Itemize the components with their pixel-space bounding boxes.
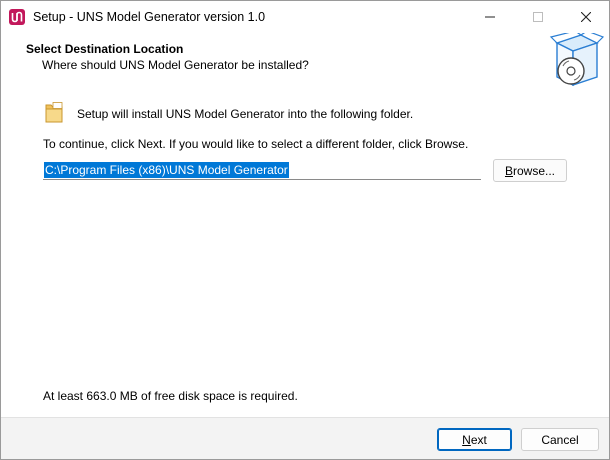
folder-icon xyxy=(44,102,64,124)
maximize-button xyxy=(515,1,561,33)
window-title: Setup - UNS Model Generator version 1.0 xyxy=(33,10,266,24)
maximize-icon xyxy=(533,12,543,22)
setup-box-cd-icon xyxy=(547,30,605,89)
minimize-button[interactable] xyxy=(467,1,513,33)
destination-path-value: C:\Program Files (x86)\UNS Model Generat… xyxy=(44,161,289,178)
destination-path-input[interactable]: C:\Program Files (x86)\UNS Model Generat… xyxy=(43,160,481,180)
disk-space-message: At least 663.0 MB of free disk space is … xyxy=(43,389,298,403)
minimize-icon xyxy=(485,12,495,22)
next-mnemonic: N xyxy=(462,432,471,447)
uns-logo-icon xyxy=(9,9,25,25)
wizard-header: Select Destination Location Where should… xyxy=(1,30,609,91)
close-icon xyxy=(581,12,591,22)
browse-label: rowse... xyxy=(513,163,556,178)
wizard-footer: Next Cancel xyxy=(1,417,609,459)
browse-button[interactable]: Browse... xyxy=(493,159,567,182)
continue-instructions: To continue, click Next. If you would li… xyxy=(43,137,469,151)
close-button[interactable] xyxy=(563,1,609,33)
page-subtitle: Where should UNS Model Generator be inst… xyxy=(42,58,309,72)
install-message: Setup will install UNS Model Generator i… xyxy=(77,107,414,121)
page-title: Select Destination Location xyxy=(26,42,184,56)
next-button[interactable]: Next xyxy=(437,428,512,451)
setup-window: Setup - UNS Model Generator version 1.0 … xyxy=(0,0,610,460)
browse-mnemonic: B xyxy=(504,163,513,178)
wizard-body: Setup will install UNS Model Generator i… xyxy=(1,91,609,417)
title-bar: Setup - UNS Model Generator version 1.0 xyxy=(1,1,609,33)
cancel-button[interactable]: Cancel xyxy=(521,428,599,451)
next-label: ext xyxy=(470,432,487,447)
